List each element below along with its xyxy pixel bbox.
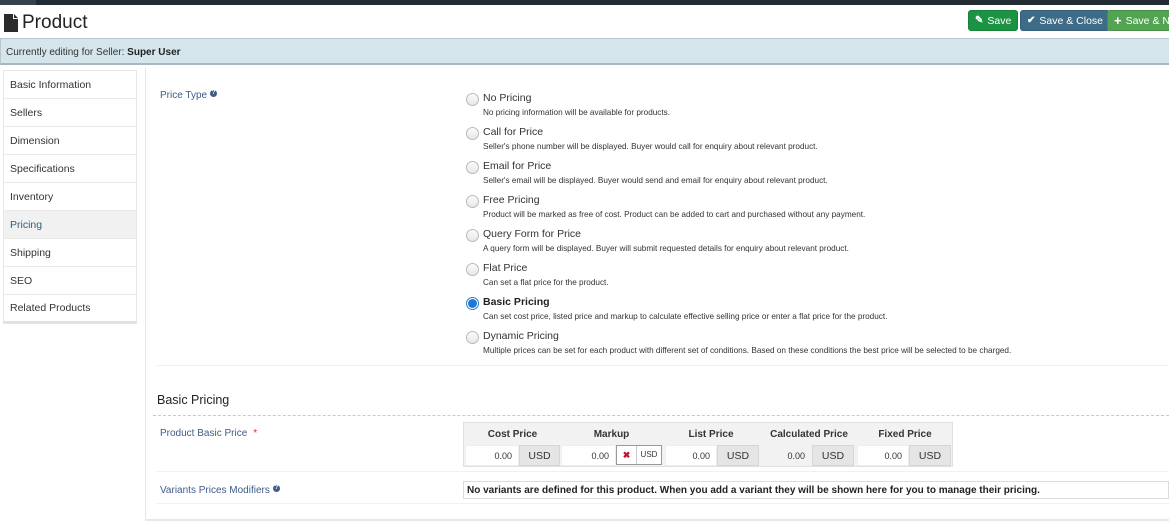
radio-option-description: Seller's email will be displayed. Buyer … bbox=[483, 176, 828, 185]
price-type-label-text: Price Type bbox=[160, 90, 208, 101]
radio-option-title: Free Pricing bbox=[483, 194, 540, 206]
seller-info-bar: Currently editing for Seller: Super User bbox=[0, 38, 1169, 65]
page-title: Product bbox=[4, 12, 87, 34]
radio-option-title: Dynamic Pricing bbox=[483, 330, 559, 342]
radio-option-description: Product will be marked as free of cost. … bbox=[483, 210, 866, 219]
percent-toggle-icon[interactable]: ✖ bbox=[617, 446, 637, 464]
radio-option-description: Can set a flat price for the product. bbox=[483, 278, 609, 287]
sidebar-item-label: SEO bbox=[10, 274, 33, 287]
radio-button[interactable] bbox=[466, 331, 479, 344]
sidebar-item-pricing[interactable]: Pricing bbox=[4, 211, 136, 239]
save-new-button-label: Save & New bbox=[1125, 14, 1169, 27]
save-button[interactable]: ✎ Save bbox=[968, 10, 1019, 31]
sidebar-item-inventory[interactable]: Inventory bbox=[4, 183, 136, 211]
calculated-price-value: 0.00 bbox=[760, 445, 812, 466]
markup-type-toggle[interactable]: ✖ USD bbox=[616, 445, 662, 465]
radio-option-description: Multiple prices can be set for each prod… bbox=[483, 346, 1012, 355]
sidebar-item-label: Pricing bbox=[10, 218, 43, 231]
radio-button[interactable] bbox=[466, 93, 479, 106]
sidebar-item-basic-information[interactable]: Basic Information bbox=[4, 71, 136, 99]
radio-option-title: No Pricing bbox=[483, 92, 532, 104]
radio-button[interactable] bbox=[466, 263, 479, 276]
sidebar-item-dimension[interactable]: Dimension bbox=[4, 127, 136, 155]
sidebar-item-seo[interactable]: SEO bbox=[4, 267, 136, 295]
sidebar-item-label: Basic Information bbox=[10, 78, 92, 91]
seller-name: Super User bbox=[127, 47, 181, 58]
save-close-button[interactable]: ✔ Save & Close bbox=[1020, 10, 1111, 31]
fixed-price-field: 0.00 USD bbox=[857, 445, 951, 466]
column-header-list-price: List Price bbox=[688, 429, 734, 440]
help-icon[interactable]: ? bbox=[272, 485, 280, 492]
page-header: Product ✎ Save ✔ Save & Close + Save & N… bbox=[0, 5, 1169, 39]
cost-price-currency: USD bbox=[519, 445, 560, 466]
page-title-text: Product bbox=[22, 12, 88, 33]
variants-prices-modifiers-label: Variants Prices Modifiers? bbox=[160, 485, 280, 496]
list-price-input[interactable]: 0.00 bbox=[665, 445, 717, 466]
fixed-price-currency: USD bbox=[909, 445, 951, 466]
plus-icon: + bbox=[1114, 13, 1122, 28]
radio-option-title: Email for Price bbox=[483, 160, 552, 172]
save-close-button-label: Save & Close bbox=[1039, 14, 1104, 27]
radio-button[interactable] bbox=[466, 195, 479, 208]
calculated-price-currency: USD bbox=[812, 445, 854, 466]
radio-button[interactable] bbox=[466, 127, 479, 140]
edit-icon: ✎ bbox=[975, 15, 984, 26]
sidebar-item-related-products[interactable]: Related Products bbox=[4, 295, 136, 323]
column-header-calculated-price: Calculated Price bbox=[770, 429, 848, 440]
radio-option-description: No pricing information will be available… bbox=[483, 108, 671, 117]
radio-option-description: Can set cost price, listed price and mar… bbox=[483, 312, 888, 321]
price-type-label: Price Type? bbox=[160, 90, 218, 101]
cost-price-field: 0.00 USD bbox=[465, 445, 560, 466]
list-price-currency: USD bbox=[717, 445, 759, 466]
markup-currency-toggle[interactable]: USD bbox=[637, 446, 661, 464]
list-price-field: 0.00 USD bbox=[665, 445, 759, 466]
cost-price-input[interactable]: 0.00 bbox=[465, 445, 519, 466]
column-header-fixed-price: Fixed Price bbox=[878, 429, 932, 440]
sidebar-item-label: Inventory bbox=[10, 190, 54, 203]
column-header-cost-price: Cost Price bbox=[487, 429, 538, 440]
help-icon[interactable]: ? bbox=[210, 90, 218, 97]
sidebar-item-label: Dimension bbox=[10, 134, 60, 147]
sidebar-item-label: Shipping bbox=[10, 246, 51, 259]
basic-pricing-heading: Basic Pricing bbox=[157, 393, 230, 407]
sidebar-item-label: Related Products bbox=[10, 302, 91, 314]
save-button-label: Save bbox=[987, 14, 1012, 27]
product-basic-price-label-text: Product Basic Price bbox=[160, 428, 248, 439]
radio-option-description: A query form will be displayed. Buyer wi… bbox=[483, 244, 849, 253]
file-icon bbox=[4, 14, 18, 32]
seller-bar-prefix: Currently editing for Seller: bbox=[6, 47, 128, 58]
sidebar-item-shipping[interactable]: Shipping bbox=[4, 239, 136, 267]
radio-button[interactable] bbox=[466, 229, 479, 242]
radio-option-title: Query Form for Price bbox=[483, 228, 582, 240]
variants-label-text: Variants Prices Modifiers bbox=[160, 485, 270, 496]
product-basic-price-label: Product Basic Price * bbox=[160, 428, 257, 439]
divider bbox=[157, 471, 1169, 472]
divider bbox=[157, 365, 1169, 366]
markup-input[interactable]: 0.00 bbox=[561, 445, 616, 466]
radio-option-title: Call for Price bbox=[483, 126, 544, 138]
radio-option-title: Basic Pricing bbox=[483, 296, 550, 308]
markup-field: 0.00 ✖ USD bbox=[561, 445, 662, 466]
sidebar-item-specifications[interactable]: Specifications bbox=[4, 155, 136, 183]
radio-option-description: Seller's phone number will be displayed.… bbox=[483, 142, 818, 151]
radio-button-checked[interactable] bbox=[466, 297, 479, 310]
sidebar-item-label: Sellers bbox=[10, 106, 43, 119]
radio-button[interactable] bbox=[466, 161, 479, 174]
sidebar-item-sellers[interactable]: Sellers bbox=[4, 99, 136, 127]
dashed-divider bbox=[153, 415, 1169, 416]
check-icon: ✔ bbox=[1027, 15, 1036, 26]
sidebar-nav: Basic Information Sellers Dimension Spec… bbox=[3, 70, 137, 324]
sidebar-item-label: Specifications bbox=[10, 162, 75, 175]
calculated-price-field: 0.00 USD bbox=[760, 445, 854, 466]
save-new-button[interactable]: + Save & New bbox=[1107, 10, 1169, 31]
fixed-price-input[interactable]: 0.00 bbox=[857, 445, 909, 466]
divider bbox=[157, 503, 1169, 504]
radio-option-title: Flat Price bbox=[483, 262, 528, 274]
column-header-markup: Markup bbox=[593, 429, 630, 440]
price-table: Cost Price Markup List Price Calculated … bbox=[463, 422, 953, 467]
variants-message-box: No variants are defined for this product… bbox=[463, 481, 1169, 499]
required-marker: * bbox=[253, 428, 258, 439]
